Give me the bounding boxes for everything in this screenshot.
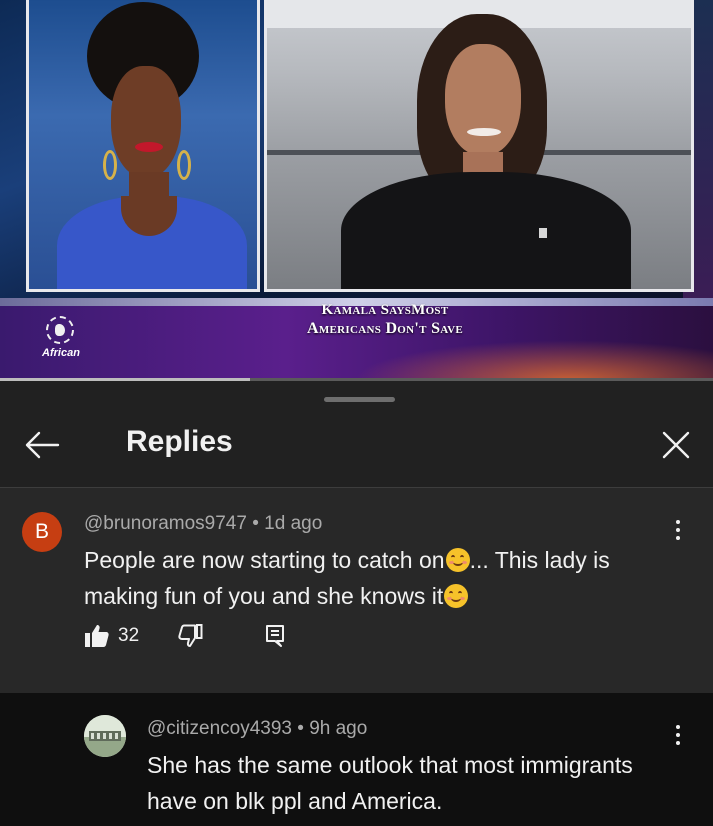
- dislike-button[interactable]: [177, 623, 203, 649]
- comment-reply-icon: [266, 625, 285, 647]
- comment-actions: 32: [84, 621, 287, 651]
- avatar-photo: [84, 715, 126, 757]
- like-count: 32: [118, 625, 140, 646]
- like-button[interactable]: 32: [84, 623, 139, 649]
- close-button[interactable]: [656, 425, 696, 465]
- comment-text: People are now starting to catch on... T…: [84, 542, 674, 614]
- speaker-right-figure: [267, 0, 691, 289]
- meta-separator: •: [297, 718, 304, 739]
- reply-author-line: @citizencoy4393 • 9h ago: [147, 718, 367, 740]
- thumbs-up-icon: [85, 625, 109, 647]
- headline-line-1: Kamala SaysMost: [321, 302, 449, 318]
- close-icon: [662, 431, 690, 459]
- speaker-left-figure: [29, 0, 257, 289]
- arrow-left-icon: [25, 431, 60, 459]
- reply-time: 9h ago: [309, 718, 368, 739]
- africa-emblem-icon: [46, 316, 74, 344]
- reply-text: She has the same outlook that most immig…: [147, 752, 633, 814]
- replies-sheet: Replies B @brunoramos9747 • 1d ago Peopl…: [0, 381, 713, 826]
- more-vertical-icon: [676, 725, 680, 729]
- reply-comment: @citizencoy4393 • 9h ago She has the sam…: [0, 693, 713, 826]
- video-left-speaker-frame: [26, 0, 260, 292]
- highlighted-comment: B @brunoramos9747 • 1d ago People are no…: [0, 488, 713, 693]
- thumbs-down-icon: [178, 624, 203, 647]
- comment-time: 1d ago: [264, 513, 323, 534]
- smiling-face-emoji-icon: [444, 584, 469, 608]
- comment-more-button[interactable]: [667, 512, 689, 548]
- headline-line-2: Americans Don't Save: [307, 320, 463, 337]
- drag-handle[interactable]: [324, 397, 395, 402]
- reply-author[interactable]: @citizencoy4393: [147, 718, 292, 739]
- channel-logo: African: [34, 316, 88, 364]
- reply-button[interactable]: [263, 623, 287, 649]
- sheet-title: Replies: [126, 425, 233, 458]
- avatar[interactable]: B: [22, 512, 62, 552]
- more-vertical-icon: [676, 520, 680, 524]
- comment-text-part-1: People are now starting to catch on: [84, 547, 445, 573]
- channel-logo-text: African: [42, 347, 80, 359]
- smiling-face-emoji-icon: [445, 548, 470, 572]
- avatar[interactable]: [84, 715, 126, 757]
- video-player[interactable]: Kamala SaysMost Americans Don't Save Afr…: [0, 0, 713, 380]
- comment-author[interactable]: @brunoramos9747: [84, 513, 247, 534]
- meta-separator: •: [252, 513, 259, 534]
- back-button[interactable]: [22, 425, 62, 465]
- reply-more-button[interactable]: [667, 717, 689, 753]
- video-right-speaker-frame: [264, 0, 694, 292]
- comment-author-line: @brunoramos9747 • 1d ago: [84, 513, 322, 535]
